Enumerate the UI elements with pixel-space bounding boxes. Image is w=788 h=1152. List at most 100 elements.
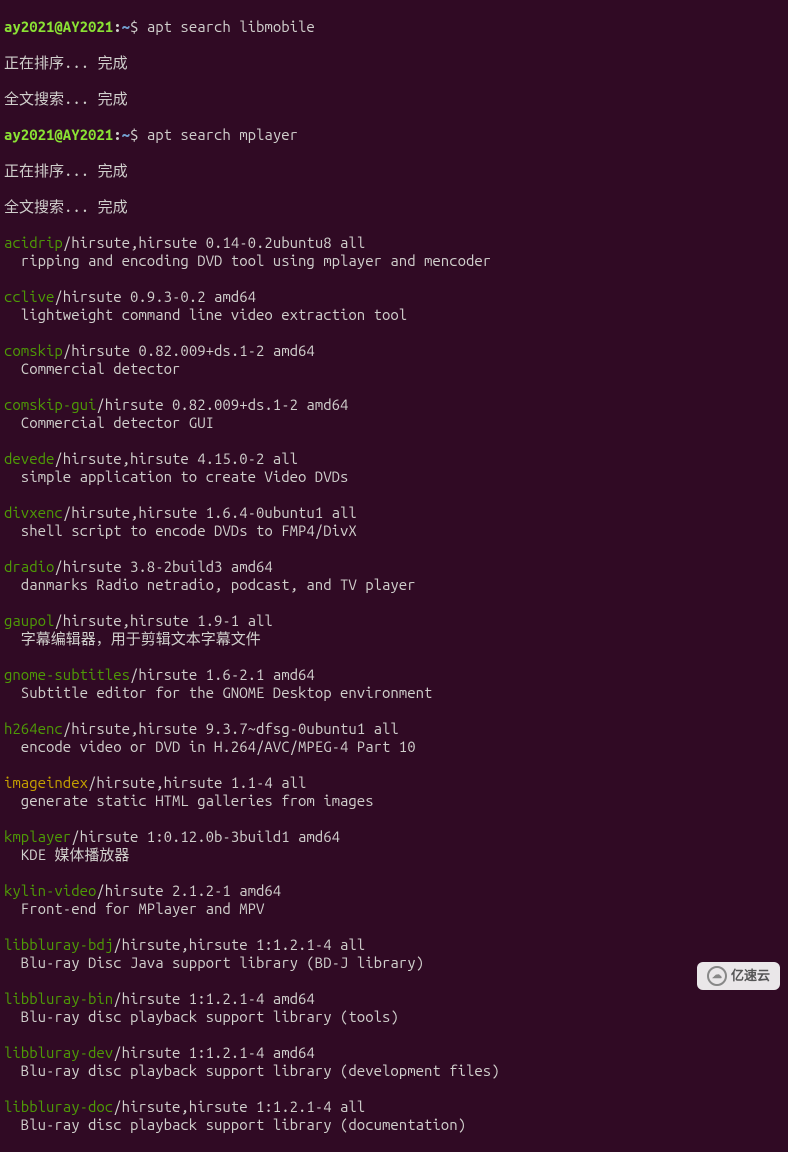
package-name: libbluray-bin (4, 990, 113, 1007)
package-info: /hirsute 2.1.2-1 amd64 (96, 882, 281, 899)
blank-line (4, 486, 784, 504)
package-info: /hirsute 0.9.3-0.2 amd64 (54, 288, 256, 305)
package-description: lightweight command line video extractio… (4, 306, 784, 324)
separator: : (113, 18, 121, 35)
status-fulltext-2: 全文搜索... 完成 (4, 198, 784, 216)
package-info: /hirsute 0.82.009+ds.1-2 amd64 (96, 396, 348, 413)
user-host: ay2021@AY2021 (4, 18, 113, 35)
blank-line (4, 1080, 784, 1098)
package-info: /hirsute,hirsute 1.9-1 all (54, 612, 272, 629)
package-description: Commercial detector (4, 360, 784, 378)
package-info: /hirsute,hirsute 1.1-4 all (88, 774, 306, 791)
package-header: comskip/hirsute 0.82.009+ds.1-2 amd64 (4, 342, 784, 360)
package-header: kylin-video/hirsute 2.1.2-1 amd64 (4, 882, 784, 900)
package-name: comskip (4, 342, 63, 359)
status-sorting-2: 正在排序... 完成 (4, 162, 784, 180)
blank-line (4, 432, 784, 450)
package-info: /hirsute,hirsute 1.6.4-0ubuntu1 all (63, 504, 357, 521)
package-header: acidrip/hirsute,hirsute 0.14-0.2ubuntu8 … (4, 234, 784, 252)
package-description: ripping and encoding DVD tool using mpla… (4, 252, 784, 270)
package-header: cclive/hirsute 0.9.3-0.2 amd64 (4, 288, 784, 306)
package-description: Front-end for MPlayer and MPV (4, 900, 784, 918)
package-description: Blu-ray disc playback support library (t… (4, 1008, 784, 1026)
blank-line (4, 972, 784, 990)
package-header: kmplayer/hirsute 1:0.12.0b-3build1 amd64 (4, 828, 784, 846)
package-description: Blu-ray disc playback support library (d… (4, 1062, 784, 1080)
blank-line (4, 1026, 784, 1044)
package-description: encode video or DVD in H.264/AVC/MPEG-4 … (4, 738, 784, 756)
user-host: ay2021@AY2021 (4, 126, 113, 143)
status-sorting-1: 正在排序... 完成 (4, 54, 784, 72)
package-description: Blu-ray disc playback support library (d… (4, 1116, 784, 1134)
package-name: acidrip (4, 234, 63, 251)
separator: : (113, 126, 121, 143)
package-info: /hirsute,hirsute 1:1.2.1-4 all (113, 1098, 365, 1115)
package-description: KDE 媒体播放器 (4, 846, 784, 864)
package-info: /hirsute 3.8-2build3 amd64 (54, 558, 272, 575)
package-info: /hirsute,hirsute 4.15.0-2 all (54, 450, 298, 467)
watermark: ☁ 亿速云 (697, 962, 780, 990)
package-description: Blu-ray Disc Java support library (BD-J … (4, 954, 784, 972)
package-name: gnome-subtitles (4, 666, 130, 683)
package-description: Subtitle editor for the GNOME Desktop en… (4, 684, 784, 702)
path: ~ (122, 126, 130, 143)
cloud-icon: ☁ (707, 966, 727, 986)
package-header: divxenc/hirsute,hirsute 1.6.4-0ubuntu1 a… (4, 504, 784, 522)
command-1: apt search libmobile (138, 18, 314, 35)
command-2: apt search mplayer (138, 126, 298, 143)
package-name: h264enc (4, 720, 63, 737)
package-description: generate static HTML galleries from imag… (4, 792, 784, 810)
package-info: /hirsute,hirsute 1:1.2.1-4 all (113, 936, 365, 953)
package-header: gaupol/hirsute,hirsute 1.9-1 all (4, 612, 784, 630)
blank-line (4, 378, 784, 396)
package-name: divxenc (4, 504, 63, 521)
blank-line (4, 324, 784, 342)
blank-line (4, 540, 784, 558)
package-name: dradio (4, 558, 54, 575)
package-header: gnome-subtitles/hirsute 1.6-2.1 amd64 (4, 666, 784, 684)
path: ~ (122, 18, 130, 35)
package-header: libbluray-bin/hirsute 1:1.2.1-4 amd64 (4, 990, 784, 1008)
package-header: h264enc/hirsute,hirsute 9.3.7~dfsg-0ubun… (4, 720, 784, 738)
package-header: devede/hirsute,hirsute 4.15.0-2 all (4, 450, 784, 468)
package-name: cclive (4, 288, 54, 305)
blank-line (4, 270, 784, 288)
package-name: libbluray-bdj (4, 936, 113, 953)
package-name: gaupol (4, 612, 54, 629)
package-header: comskip-gui/hirsute 0.82.009+ds.1-2 amd6… (4, 396, 784, 414)
blank-line (4, 702, 784, 720)
status-fulltext-1: 全文搜索... 完成 (4, 90, 784, 108)
package-header: dradio/hirsute 3.8-2build3 amd64 (4, 558, 784, 576)
package-description: simple application to create Video DVDs (4, 468, 784, 486)
package-info: /hirsute,hirsute 9.3.7~dfsg-0ubuntu1 all (63, 720, 399, 737)
package-description: shell script to encode DVDs to FMP4/DivX (4, 522, 784, 540)
blank-line (4, 918, 784, 936)
package-header: libbluray-doc/hirsute,hirsute 1:1.2.1-4 … (4, 1098, 784, 1116)
prompt-line-1: ay2021@AY2021:~$ apt search libmobile (4, 18, 784, 36)
package-info: /hirsute 1:0.12.0b-3build1 amd64 (71, 828, 340, 845)
package-description: danmarks Radio netradio, podcast, and TV… (4, 576, 784, 594)
blank-line (4, 810, 784, 828)
package-name: kylin-video (4, 882, 96, 899)
terminal-output[interactable]: ay2021@AY2021:~$ apt search libmobile 正在… (0, 0, 788, 1152)
package-header: libbluray-dev/hirsute 1:1.2.1-4 amd64 (4, 1044, 784, 1062)
package-info: /hirsute 0.82.009+ds.1-2 amd64 (63, 342, 315, 359)
package-name: kmplayer (4, 828, 71, 845)
package-header: libbluray-bdj/hirsute,hirsute 1:1.2.1-4 … (4, 936, 784, 954)
package-info: /hirsute,hirsute 0.14-0.2ubuntu8 all (63, 234, 365, 251)
package-info: /hirsute 1.6-2.1 amd64 (130, 666, 315, 683)
package-name: comskip-gui (4, 396, 96, 413)
package-header: imageindex/hirsute,hirsute 1.1-4 all (4, 774, 784, 792)
package-list: acidrip/hirsute,hirsute 0.14-0.2ubuntu8 … (4, 234, 784, 1134)
package-name: libbluray-dev (4, 1044, 113, 1061)
watermark-text: 亿速云 (731, 967, 770, 985)
package-info: /hirsute 1:1.2.1-4 amd64 (113, 990, 315, 1007)
package-description: 字幕编辑器，用于剪辑文本字幕文件 (4, 630, 784, 648)
blank-line (4, 864, 784, 882)
package-name: devede (4, 450, 54, 467)
blank-line (4, 756, 784, 774)
blank-line (4, 594, 784, 612)
package-description: Commercial detector GUI (4, 414, 784, 432)
prompt-line-2: ay2021@AY2021:~$ apt search mplayer (4, 126, 784, 144)
package-name: libbluray-doc (4, 1098, 113, 1115)
